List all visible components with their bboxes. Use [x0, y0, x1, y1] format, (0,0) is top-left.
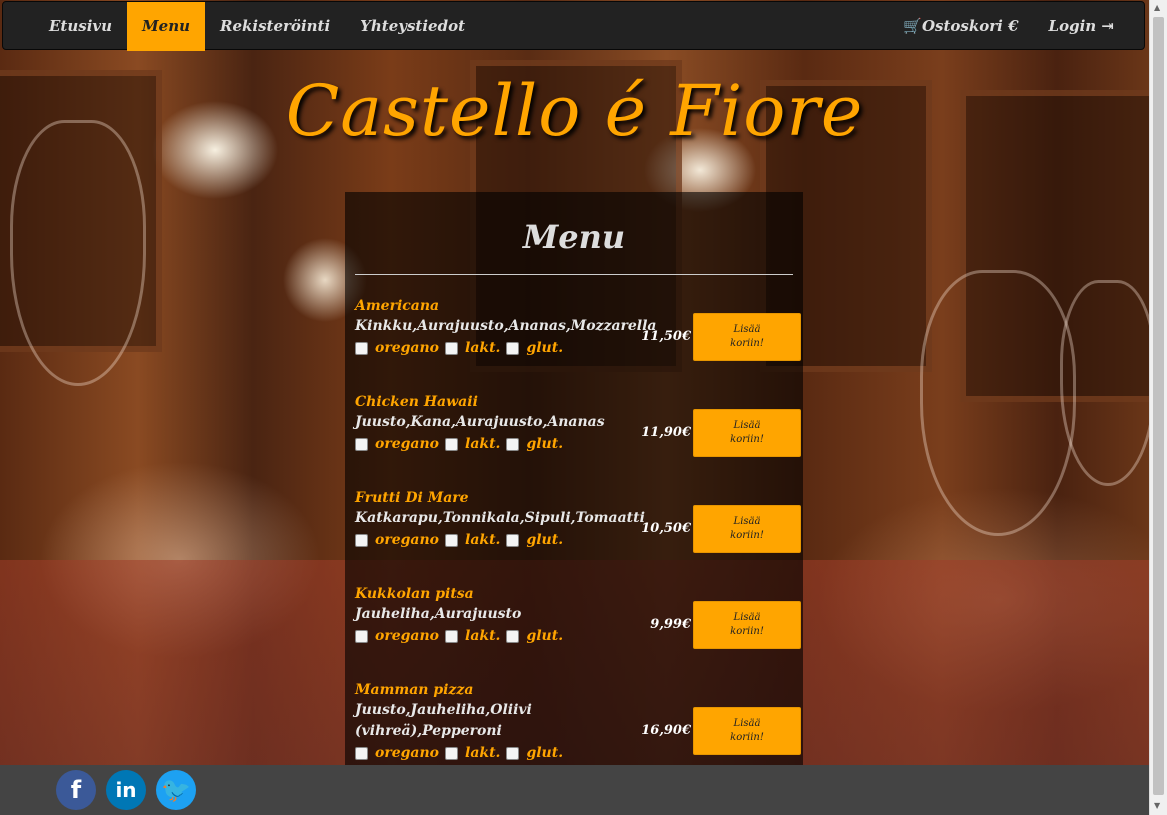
login-link[interactable]: Login ⇥	[1034, 2, 1144, 51]
restaurant-title: Castello é Fiore	[285, 70, 864, 152]
cart-link[interactable]: 🛒Ostoskori €	[888, 2, 1033, 51]
menu-item-ingredients: Juusto,Jauheliha,Oliivi (vihreä),Peppero…	[355, 702, 532, 739]
option-checkbox-lactose[interactable]	[445, 437, 458, 451]
option-checkbox-oregano[interactable]	[355, 629, 368, 643]
option-checkbox-gluten[interactable]	[506, 746, 520, 760]
add-to-cart-button[interactable]: Lisää koriin!	[693, 601, 801, 649]
option-label: oregano	[375, 340, 439, 356]
option-label: glut.	[526, 340, 564, 356]
menu-item-ingredients: Juusto,Kana,Aurajuusto,Ananas	[355, 414, 605, 430]
nav-rekister-inti[interactable]: Rekisteröinti	[205, 2, 345, 51]
footer: f in 🐦	[0, 765, 1149, 815]
option-label: lakt.	[465, 340, 501, 356]
twitter-icon[interactable]: 🐦	[156, 770, 196, 810]
add-to-cart-button[interactable]: Lisää koriin!	[693, 505, 801, 553]
option-label: glut.	[526, 436, 564, 452]
option-label: oregano	[375, 436, 439, 452]
menu-item-ingredients: Jauheliha,Aurajuusto	[355, 606, 522, 622]
scroll-down-icon[interactable]: ▼	[1154, 801, 1160, 810]
menu-item-ingredients: Kinkku,Aurajuusto,Ananas,Mozzarella	[355, 318, 657, 334]
option-checkbox-gluten[interactable]	[506, 341, 520, 355]
menu-item-price: 10,50€	[641, 521, 691, 536]
option-checkbox-oregano[interactable]	[355, 341, 368, 355]
menu-item-name: Mamman pizza	[355, 682, 474, 698]
nav-etusivu[interactable]: Etusivu	[34, 2, 127, 51]
option-checkbox-oregano[interactable]	[355, 533, 368, 547]
menu-item-price: 16,90€	[641, 723, 691, 738]
menu-item-price: 11,50€	[641, 329, 691, 344]
option-label: glut.	[526, 532, 564, 548]
option-label: oregano	[375, 532, 439, 548]
option-label: lakt.	[465, 532, 501, 548]
option-label: oregano	[375, 628, 439, 644]
option-label: glut.	[526, 745, 564, 761]
cart-label: Ostoskori €	[921, 17, 1019, 35]
nav-menu[interactable]: Menu	[127, 2, 206, 51]
menu-heading: Menu	[522, 218, 626, 256]
option-checkbox-oregano[interactable]	[355, 437, 368, 451]
option-checkbox-gluten[interactable]	[506, 533, 520, 547]
nav-yhteystiedot[interactable]: Yhteystiedot	[345, 2, 480, 51]
scroll-up-icon[interactable]: ▲	[1154, 3, 1160, 12]
option-checkbox-lactose[interactable]	[445, 746, 458, 760]
menu-item-price: 11,90€	[641, 425, 691, 440]
add-to-cart-button[interactable]: Lisää koriin!	[693, 707, 801, 755]
option-label: oregano	[375, 745, 439, 761]
option-label: lakt.	[465, 745, 501, 761]
facebook-icon[interactable]: f	[56, 770, 96, 810]
cart-icon: 🛒	[903, 17, 922, 35]
linkedin-icon[interactable]: in	[106, 770, 146, 810]
option-label: lakt.	[465, 436, 501, 452]
option-label: glut.	[526, 628, 564, 644]
sign-in-icon: ⇥	[1101, 17, 1114, 35]
option-checkbox-oregano[interactable]	[355, 746, 368, 760]
menu-divider	[355, 274, 793, 275]
top-navbar: Etusivu Menu Rekisteröinti Yhteystiedot 🛒Os…	[2, 1, 1145, 51]
scrollbar-thumb[interactable]	[1153, 17, 1164, 795]
option-checkbox-lactose[interactable]	[445, 341, 458, 355]
option-checkbox-lactose[interactable]	[445, 629, 458, 643]
add-to-cart-button[interactable]: Lisää koriin!	[693, 313, 801, 361]
menu-item-ingredients: Katkarapu,Tonnikala,Sipuli,Tomaatti	[355, 510, 645, 526]
login-label: Login	[1048, 17, 1097, 35]
option-label: lakt.	[465, 628, 501, 644]
option-checkbox-gluten[interactable]	[506, 437, 520, 451]
option-checkbox-lactose[interactable]	[445, 533, 458, 547]
menu-item-price: 9,99€	[650, 617, 691, 632]
page-scrollbar[interactable]: ▲ ▼	[1149, 0, 1167, 815]
add-to-cart-button[interactable]: Lisää koriin!	[693, 409, 801, 457]
option-checkbox-gluten[interactable]	[506, 629, 520, 643]
menu-panel: Menu Americana Kinkku,Aurajuusto,Ananas,M…	[345, 192, 803, 765]
